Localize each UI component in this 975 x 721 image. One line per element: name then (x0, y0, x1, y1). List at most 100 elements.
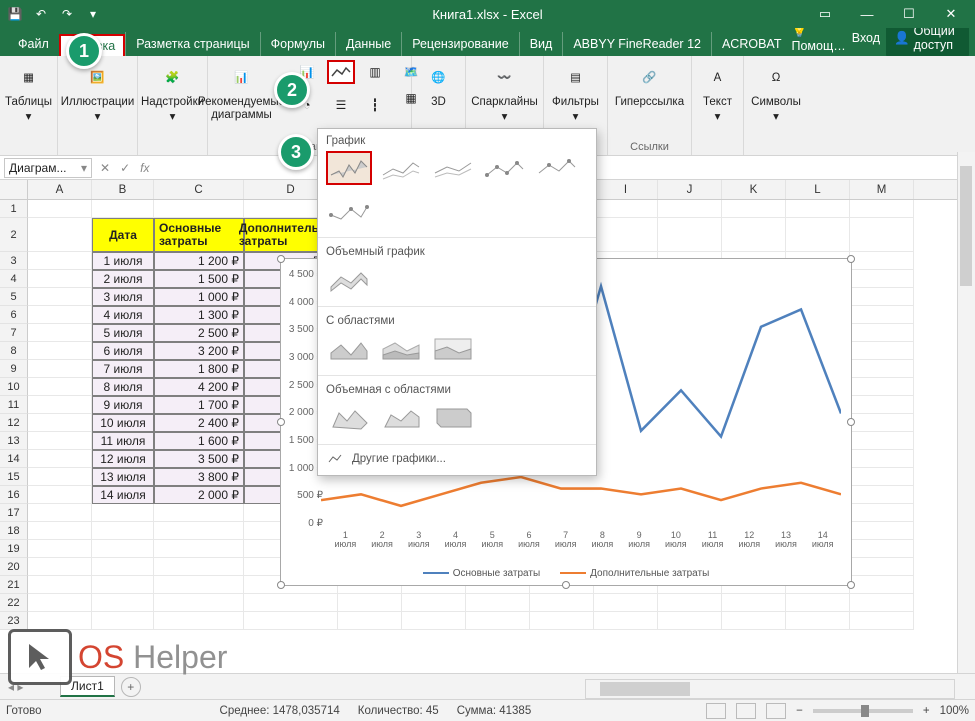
cell[interactable] (28, 450, 92, 468)
area-basic-thumb[interactable] (326, 331, 372, 365)
cell[interactable]: 1 500 ₽ (154, 270, 244, 288)
row-header[interactable]: 2 (0, 218, 28, 252)
cell[interactable] (466, 594, 530, 612)
row-header[interactable]: 18 (0, 522, 28, 540)
page-break-view-icon[interactable] (766, 703, 786, 719)
cell[interactable] (92, 540, 154, 558)
cell[interactable] (28, 432, 92, 450)
line-3d-thumb[interactable] (326, 262, 372, 296)
cell[interactable] (154, 594, 244, 612)
cell[interactable] (850, 200, 914, 218)
cell[interactable] (786, 594, 850, 612)
cell[interactable] (850, 378, 914, 396)
cell[interactable]: 2 500 ₽ (154, 324, 244, 342)
cell[interactable] (850, 396, 914, 414)
cell[interactable] (154, 504, 244, 522)
symbols-button[interactable]: ΩСимволы▾ (747, 60, 805, 125)
row-header[interactable]: 6 (0, 306, 28, 324)
cell[interactable] (850, 414, 914, 432)
cell[interactable] (722, 218, 786, 252)
cell[interactable] (850, 468, 914, 486)
cell[interactable] (28, 270, 92, 288)
sign-in[interactable]: Вход (852, 31, 880, 45)
cell[interactable] (28, 396, 92, 414)
cell[interactable]: 3 500 ₽ (154, 450, 244, 468)
cell[interactable]: Основные затраты (154, 218, 244, 252)
cell[interactable]: 1 200 ₽ (154, 252, 244, 270)
tab-review[interactable]: Рецензирование (401, 32, 519, 56)
cell[interactable]: 1 300 ₽ (154, 306, 244, 324)
cell[interactable] (658, 218, 722, 252)
column-header[interactable]: L (786, 180, 850, 199)
cell[interactable] (28, 612, 92, 630)
row-header[interactable]: 23 (0, 612, 28, 630)
cell[interactable]: 1 июля (92, 252, 154, 270)
sparklines-button[interactable]: 〰️Спарклайны▾ (467, 60, 542, 125)
zoom-level[interactable]: 100% (940, 705, 969, 717)
cell[interactable] (28, 378, 92, 396)
cell[interactable]: Дата (92, 218, 154, 252)
area-stacked-thumb[interactable] (378, 331, 424, 365)
cell[interactable] (850, 218, 914, 252)
line-markers-thumb[interactable] (482, 151, 528, 185)
tab-page-layout[interactable]: Разметка страницы (125, 32, 259, 56)
cell[interactable] (28, 594, 92, 612)
fx-icon[interactable]: fx (140, 161, 149, 175)
column-header[interactable]: K (722, 180, 786, 199)
cell[interactable] (850, 576, 914, 594)
illustrations-button[interactable]: 🖼️Иллюстрации▾ (57, 60, 139, 125)
cell[interactable] (850, 252, 914, 270)
enter-icon[interactable]: ✓ (120, 161, 130, 175)
cell[interactable] (28, 288, 92, 306)
cell[interactable] (594, 594, 658, 612)
column-header[interactable]: C (154, 180, 244, 199)
row-header[interactable]: 16 (0, 486, 28, 504)
cell[interactable] (402, 594, 466, 612)
cell[interactable]: 1 800 ₽ (154, 360, 244, 378)
tab-data[interactable]: Данные (335, 32, 401, 56)
cell[interactable]: 11 июля (92, 432, 154, 450)
area-3d-100-thumb[interactable] (430, 400, 476, 434)
cell[interactable] (850, 306, 914, 324)
cell[interactable] (594, 612, 658, 630)
cell[interactable] (338, 594, 402, 612)
cell[interactable]: 8 июля (92, 378, 154, 396)
tab-file[interactable]: Файл (8, 32, 59, 56)
line-100-thumb[interactable] (430, 151, 476, 185)
cell[interactable] (594, 200, 658, 218)
cell[interactable] (92, 612, 154, 630)
row-header[interactable]: 12 (0, 414, 28, 432)
column-header[interactable]: I (594, 180, 658, 199)
minimize-icon[interactable]: — (847, 0, 887, 28)
row-header[interactable]: 22 (0, 594, 28, 612)
cell[interactable] (338, 612, 402, 630)
zoom-slider[interactable] (813, 709, 913, 713)
stat-chart-icon[interactable]: ┇ (361, 93, 389, 117)
row-header[interactable]: 9 (0, 360, 28, 378)
row-header[interactable]: 19 (0, 540, 28, 558)
row-header[interactable]: 1 (0, 200, 28, 218)
cell[interactable]: 3 июля (92, 288, 154, 306)
cell[interactable] (530, 594, 594, 612)
cell[interactable] (850, 540, 914, 558)
cell[interactable] (850, 504, 914, 522)
cell[interactable] (154, 576, 244, 594)
cell[interactable] (28, 486, 92, 504)
line-stacked-markers-thumb[interactable] (534, 151, 580, 185)
cell[interactable] (658, 200, 722, 218)
save-icon[interactable]: 💾 (4, 3, 26, 25)
cell[interactable]: 4 200 ₽ (154, 378, 244, 396)
cell[interactable] (92, 558, 154, 576)
cell[interactable] (28, 360, 92, 378)
3d-map-button[interactable]: 🌐3D (419, 60, 459, 111)
cell[interactable] (466, 612, 530, 630)
cell[interactable] (786, 218, 850, 252)
tab-abbyy[interactable]: ABBYY FineReader 12 (562, 32, 711, 56)
row-header[interactable]: 14 (0, 450, 28, 468)
cell[interactable] (28, 504, 92, 522)
row-header[interactable]: 4 (0, 270, 28, 288)
cell[interactable] (154, 612, 244, 630)
cancel-icon[interactable]: ✕ (100, 161, 110, 175)
cell[interactable] (154, 540, 244, 558)
treemap-chart-icon[interactable]: ▥ (361, 60, 389, 84)
